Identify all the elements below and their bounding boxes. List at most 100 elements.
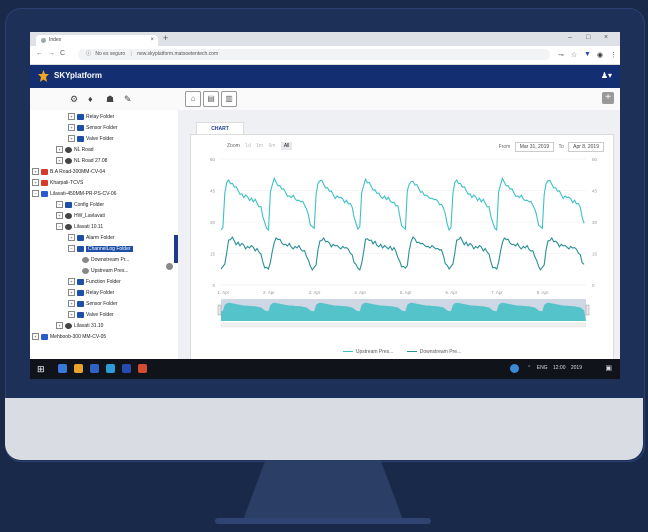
tree-item[interactable]: + Valve Folder — [68, 310, 114, 320]
favicon-icon — [41, 38, 46, 43]
expand-toggle-icon[interactable]: + — [56, 146, 63, 154]
expand-toggle-icon[interactable]: + — [32, 168, 39, 176]
chart-legend: Upstream Pres... Downstream Pre... — [191, 349, 613, 355]
legend-item-upstream[interactable]: Upstream Pres... — [342, 349, 393, 355]
expand-toggle-icon[interactable]: − — [56, 201, 63, 209]
channel-icon — [82, 267, 89, 274]
expand-toggle-icon[interactable]: + — [68, 278, 75, 286]
tree-item[interactable]: + Lilavati 31.10 — [56, 321, 103, 331]
expand-toggle-icon[interactable]: + — [68, 234, 75, 242]
minimize-button[interactable]: – — [568, 34, 572, 41]
legend-item-downstream[interactable]: Downstream Pre... — [406, 349, 461, 355]
tab-close-icon[interactable]: × — [150, 35, 154, 46]
notification-icon[interactable]: ▣ — [605, 364, 612, 372]
navigator-scrollbar[interactable] — [220, 322, 587, 328]
tree-item-label: Relay Folder — [86, 114, 115, 120]
expand-toggle-icon[interactable]: + — [68, 300, 75, 308]
tree-item[interactable]: + NL Road — [56, 145, 94, 155]
node-icon — [65, 146, 72, 153]
device-red-icon — [41, 168, 48, 175]
tree-item[interactable]: − Lilavati 10.11 — [56, 222, 103, 232]
tree-item[interactable]: + HW_Lavlavati — [56, 211, 105, 221]
expand-toggle-icon[interactable]: + — [68, 113, 75, 121]
expand-toggle-icon[interactable]: − — [68, 245, 75, 253]
tree-item[interactable]: + Relay Folder — [68, 288, 114, 298]
tree-item[interactable]: + NL Road 27.08 — [56, 156, 107, 166]
browser-menu-icon[interactable]: ⋮ — [610, 51, 617, 59]
tree-item-label: ChannelLog Folder — [86, 246, 133, 252]
y-tick-label: 60 — [210, 157, 216, 162]
tree-item[interactable]: − ChannelLog Folder — [68, 244, 133, 254]
tray-time[interactable]: 12:00 — [553, 365, 566, 371]
device-tree: + Relay Folder + Sensor Folder + Valve Folder… — [30, 110, 178, 359]
ie-icon[interactable] — [58, 364, 67, 373]
browser-tab[interactable]: Index × — [36, 35, 158, 46]
tree-item[interactable]: + Mehboob-300 MM-CV-05 — [32, 332, 106, 342]
tray-language[interactable]: ENG — [537, 365, 548, 371]
chart-view-button[interactable]: ▥ — [221, 91, 237, 107]
expand-toggle-icon[interactable]: + — [56, 157, 63, 165]
shield-icon[interactable]: ▼ — [584, 51, 591, 58]
expand-toggle-icon[interactable]: + — [68, 289, 75, 297]
outlook-icon[interactable] — [122, 364, 131, 373]
tree-item[interactable]: + Valve Folder — [68, 134, 114, 144]
expand-toggle-icon[interactable]: + — [56, 212, 63, 220]
reload-button[interactable]: C — [60, 50, 65, 57]
settings-gear-icon[interactable]: ⚙ — [70, 94, 78, 105]
tree-item[interactable]: Downstream Pr... — [82, 255, 129, 265]
word-icon[interactable] — [90, 364, 99, 373]
tree-item[interactable]: + Function Folder — [68, 277, 121, 287]
close-window-button[interactable]: × — [604, 34, 608, 41]
tree-item[interactable]: + Alarm Folder — [68, 233, 115, 243]
account-icon[interactable]: ◉ — [597, 51, 603, 59]
user-menu-icon[interactable]: ♟▾ — [601, 71, 612, 80]
chrome-icon[interactable] — [74, 364, 83, 373]
bookmark-star-icon[interactable]: ☆ — [571, 51, 577, 59]
home-view-button[interactable]: ⌂ — [185, 91, 201, 107]
tray-app-icon[interactable] — [510, 364, 519, 373]
start-icon[interactable]: ⊞ — [37, 364, 45, 375]
tray-chevron-icon[interactable]: ⌃ — [527, 365, 531, 371]
folder-icon — [77, 311, 84, 318]
add-button[interactable]: + — [602, 92, 614, 104]
expand-toggle-icon[interactable]: − — [56, 223, 63, 231]
expand-toggle-icon[interactable]: + — [68, 135, 75, 143]
wrench-icon[interactable]: ✎ — [124, 94, 132, 105]
expand-toggle-icon[interactable]: − — [32, 190, 39, 198]
tree-item[interactable]: − Lilavati-450MM-PR-PS-CV-06 — [32, 189, 116, 199]
expand-toggle-icon[interactable]: + — [68, 124, 75, 132]
back-button[interactable]: ← — [36, 50, 43, 57]
expand-toggle-icon[interactable]: + — [32, 333, 39, 341]
skype-icon[interactable] — [106, 364, 115, 373]
new-tab-button[interactable]: + — [163, 33, 168, 43]
folder-icon — [77, 113, 84, 120]
document-view-button[interactable]: ▤ — [203, 91, 219, 107]
tree-item[interactable]: + Sensor Folder — [68, 123, 117, 133]
monitor-stand-base — [215, 518, 431, 524]
tree-item-label: Function Folder — [86, 279, 121, 285]
url-field[interactable]: ⓘ No es seguro | new.skyplatform.matsoet… — [78, 49, 550, 60]
expand-toggle-icon[interactable]: + — [68, 311, 75, 319]
panel-resize-handle[interactable] — [166, 263, 173, 270]
node-icon — [65, 322, 72, 329]
navigator-left-handle[interactable] — [217, 304, 222, 316]
app-name[interactable]: SKYplatform — [54, 71, 102, 80]
forward-button[interactable]: → — [48, 50, 55, 57]
pressure-chart[interactable]: 0 0 15 15 30 30 45 45 60 60 1. Apr 2. Apr 3. Apr 4. A… — [191, 135, 613, 349]
tree-item[interactable]: Upstream Pres... — [82, 266, 129, 276]
tree-item[interactable]: + Relay Folder — [68, 112, 114, 122]
tray-date[interactable]: 2019 — [571, 365, 582, 371]
expand-toggle-icon[interactable]: + — [32, 179, 39, 187]
drop-icon[interactable]: ♦ — [88, 94, 93, 104]
powerpoint-icon[interactable] — [138, 364, 147, 373]
key-icon[interactable]: ⊸ — [558, 51, 564, 59]
tree-item[interactable]: + Sensor Folder — [68, 299, 117, 309]
tree-item[interactable]: − Config Folder — [56, 200, 104, 210]
channel-icon — [82, 256, 89, 263]
navigator-right-handle[interactable] — [585, 304, 590, 316]
users-icon[interactable]: ☗ — [106, 94, 114, 105]
tree-item[interactable]: + B.A Road-300MM-CV-04 — [32, 167, 105, 177]
expand-toggle-icon[interactable]: + — [56, 322, 63, 330]
maximize-button[interactable]: □ — [586, 34, 590, 41]
tree-item[interactable]: + Kharpali-TCVS — [32, 178, 83, 188]
